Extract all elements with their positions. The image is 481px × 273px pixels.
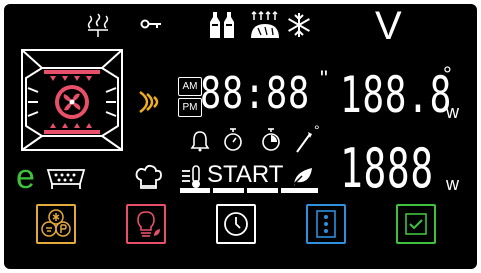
heat-waves-icon	[139, 90, 159, 114]
degree-symbol: °	[443, 62, 452, 87]
clock-display: 88:88	[200, 68, 310, 119]
menu-dots-icon	[316, 210, 336, 238]
key-lock-icon	[140, 19, 161, 29]
light-button[interactable]	[126, 204, 166, 244]
am-indicator: AM	[178, 77, 202, 96]
tray-icon	[46, 169, 86, 189]
defrost-bottles-icon	[210, 12, 234, 38]
bake-bread-icon	[251, 10, 279, 38]
chef-hat-icon	[135, 164, 162, 189]
timer-start-icon	[224, 128, 242, 151]
progress-bar	[180, 188, 318, 193]
steam-top-icon	[87, 13, 109, 37]
clock-icon	[224, 212, 248, 236]
timer-end-icon	[262, 128, 280, 151]
timer-button[interactable]	[216, 204, 256, 244]
thermometer-icon	[182, 165, 200, 188]
snowflake-icon	[288, 13, 310, 37]
seconds-mark: "	[320, 66, 328, 91]
eco-indicator: e	[16, 158, 35, 196]
power-top-unit: w	[446, 102, 459, 122]
recipes-icon	[41, 209, 71, 237]
power-top-display: 188.8	[340, 66, 452, 124]
oven-fan-icon[interactable]	[20, 48, 124, 152]
leaf-icon	[291, 168, 312, 187]
meat-probe-degree: °	[314, 122, 320, 138]
oven-control-panel: V AM PM 88:88 " 188.8 ° w ° e START 1888…	[4, 4, 477, 269]
bell-icon	[190, 131, 210, 152]
recipes-button[interactable]	[36, 204, 76, 244]
power-bottom-unit: w	[446, 174, 459, 194]
options-button[interactable]	[306, 204, 346, 244]
start-label: START	[207, 161, 284, 188]
voltage-symbol: V	[375, 4, 402, 48]
confirm-button[interactable]	[396, 204, 436, 244]
power-bottom-display: 1888	[340, 137, 434, 200]
checkmark-icon	[405, 213, 427, 235]
pm-indicator: PM	[178, 98, 202, 117]
light-bulb-icon	[137, 211, 160, 237]
